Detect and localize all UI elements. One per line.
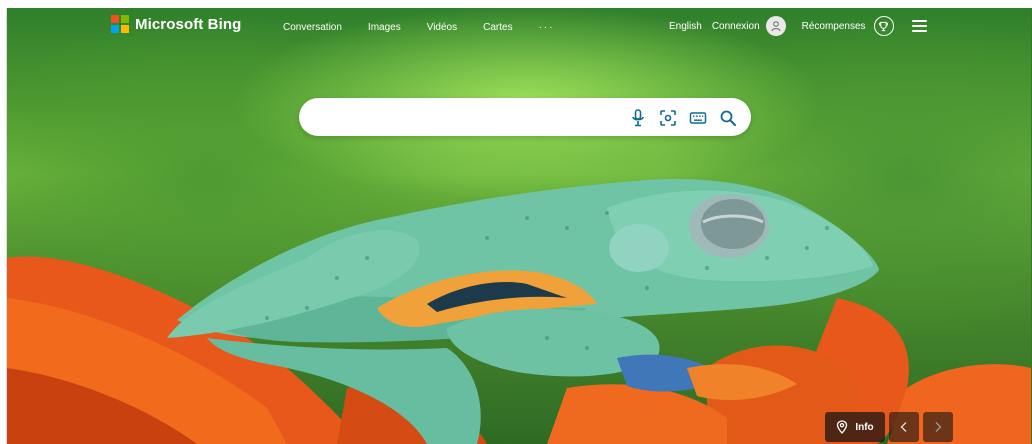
search-icon[interactable] (717, 107, 739, 129)
search-box (299, 98, 751, 136)
background-image-frog (7, 179, 1031, 444)
microsoft-logo-icon (111, 15, 129, 33)
nav-conversation[interactable]: Conversation (283, 22, 342, 33)
bing-brand[interactable]: Microsoft Bing (111, 15, 241, 33)
keyboard-icon[interactable] (687, 107, 709, 129)
info-label: Info (855, 421, 874, 433)
logo-square-red (111, 15, 119, 23)
nav-maps[interactable]: Cartes (483, 22, 512, 33)
menu-bar (911, 20, 927, 22)
trophy-icon[interactable] (873, 16, 894, 36)
image-controls: Info (825, 412, 953, 442)
rewards-link[interactable]: Récompenses (802, 21, 866, 32)
logo-square-yellow (121, 25, 129, 33)
visual-search-icon[interactable] (657, 107, 679, 129)
bing-homepage: Microsoft Bing Conversation Images Vidéo… (6, 8, 1031, 444)
logo-square-green (121, 15, 129, 23)
language-link[interactable]: English (669, 21, 702, 32)
main-nav: Conversation Images Vidéos Cartes ··· (283, 22, 555, 33)
user-icon[interactable] (765, 16, 786, 36)
menu-bar (911, 30, 927, 32)
nav-images[interactable]: Images (368, 22, 401, 33)
header-right: English Connexion Récompenses (669, 16, 927, 36)
info-button[interactable]: Info (825, 412, 885, 442)
previous-image-button[interactable] (889, 412, 919, 442)
microphone-icon[interactable] (627, 107, 649, 129)
nav-videos[interactable]: Vidéos (427, 22, 457, 33)
search-input[interactable] (317, 107, 621, 129)
logo-square-blue (111, 25, 119, 33)
hamburger-menu-icon[interactable] (911, 20, 927, 32)
top-header: Microsoft Bing Conversation Images Vidéo… (7, 8, 1031, 48)
search-actions (627, 107, 739, 129)
location-pin-icon (837, 420, 848, 434)
chevron-left-icon (900, 422, 907, 432)
window-top-edge (0, 0, 1032, 8)
nav-more-button[interactable]: ··· (539, 22, 555, 33)
next-image-button[interactable] (923, 412, 953, 442)
chevron-right-icon (935, 422, 942, 432)
signin-link[interactable]: Connexion (712, 21, 760, 32)
brand-name: Microsoft Bing (135, 15, 242, 33)
menu-bar (911, 25, 927, 27)
